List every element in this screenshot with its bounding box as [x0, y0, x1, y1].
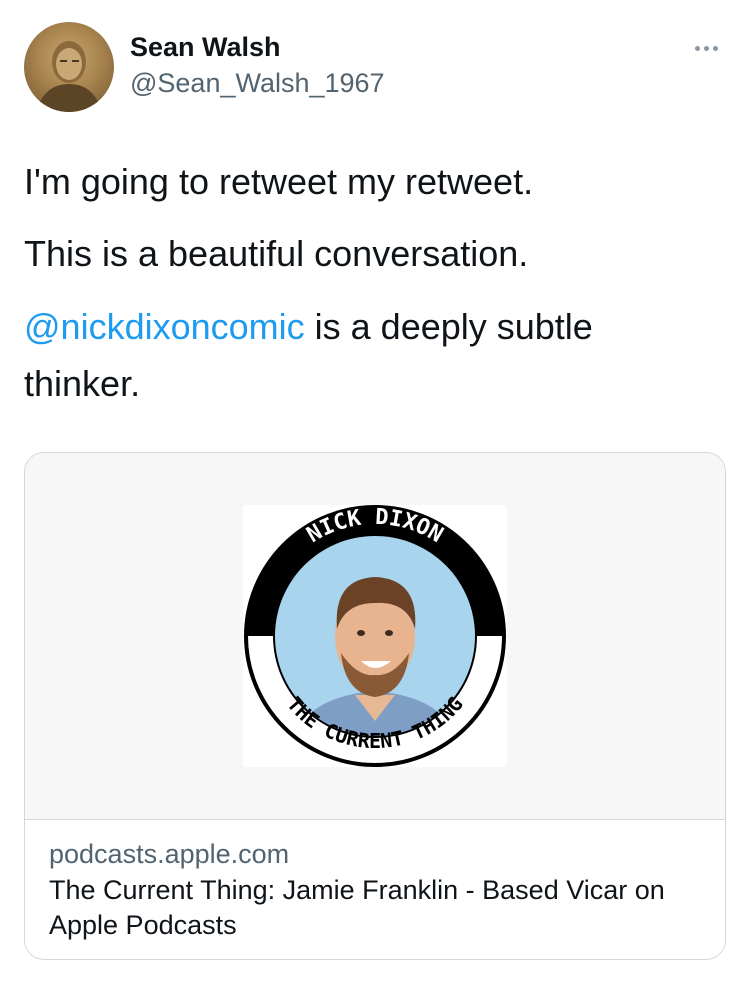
card-domain: podcasts.apple.com — [49, 839, 290, 869]
mention-link[interactable]: @nickdixoncomic — [24, 306, 305, 347]
more-options-icon[interactable] — [686, 34, 726, 62]
author-name[interactable]: Sean Walsh — [130, 32, 281, 63]
podcast-cover: NICK DIXON THE CURRENT THING — [243, 505, 507, 767]
podcast-logo-icon: NICK DIXON THE CURRENT THING — [244, 505, 506, 767]
avatar-portrait-icon — [36, 41, 102, 112]
more-dot — [703, 45, 709, 51]
author-avatar[interactable] — [24, 22, 114, 112]
tweet-text-line-3-rest: is a deeply subtle — [304, 306, 593, 347]
tweet-text-line-3: @nickdixoncomic is a deeply subtle — [24, 305, 593, 348]
card-media[interactable]: NICK DIXON THE CURRENT THING — [25, 453, 725, 820]
more-dot — [694, 45, 700, 51]
author-handle[interactable]: @Sean_Walsh_1967 — [130, 68, 385, 99]
tweet-text-line-4: thinker. — [24, 363, 141, 404]
link-card[interactable]: NICK DIXON THE CURRENT THING podcasts.ap… — [24, 452, 726, 960]
tweet-text-line-2: This is a beautiful conversation. — [24, 233, 529, 274]
card-title[interactable]: The Current Thing: Jamie Franklin - Base… — [49, 873, 699, 943]
tweet-text-line-1: I'm going to retweet my retweet. — [24, 161, 534, 202]
more-dot — [712, 45, 718, 51]
